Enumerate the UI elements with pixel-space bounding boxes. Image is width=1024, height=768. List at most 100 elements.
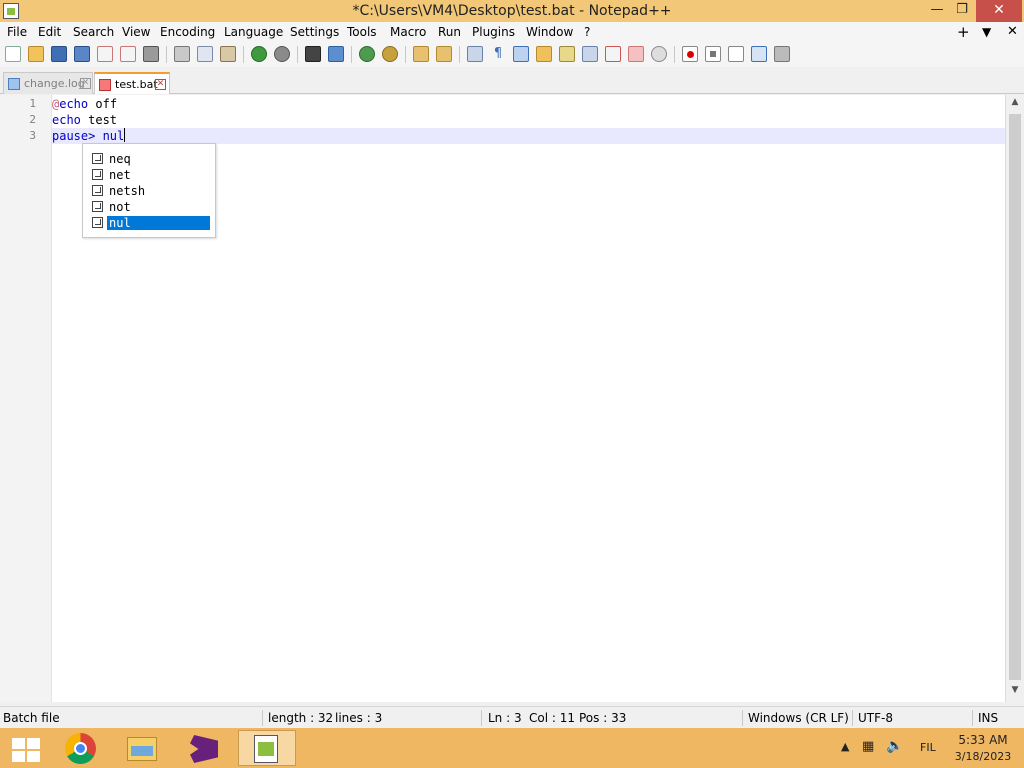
status-eol-format[interactable]: Windows (CR LF) [748, 711, 849, 725]
current-line-highlight [52, 128, 1006, 144]
chrome-taskbar-icon[interactable] [56, 730, 108, 766]
find-icon[interactable] [305, 46, 321, 62]
status-encoding[interactable]: UTF-8 [858, 711, 893, 725]
toolbar-separator [297, 46, 298, 63]
unsaved-file-icon [99, 79, 111, 91]
start-button[interactable] [6, 730, 42, 766]
play-macro-icon[interactable] [728, 46, 744, 62]
close-file-icon[interactable] [97, 46, 113, 62]
vertical-scrollbar[interactable]: ▲ ▼ [1005, 95, 1024, 702]
copy-icon[interactable] [197, 46, 213, 62]
network-icon[interactable]: ▦ [862, 739, 874, 754]
word-wrap-icon[interactable] [467, 46, 483, 62]
new-file-icon[interactable] [5, 46, 21, 62]
menu-search[interactable]: Search [73, 25, 114, 39]
save-icon[interactable] [51, 46, 67, 62]
saved-file-icon [8, 78, 20, 90]
paste-icon[interactable] [220, 46, 236, 62]
open-file-icon[interactable] [28, 46, 44, 62]
menu-macro[interactable]: Macro [390, 25, 426, 39]
cube-icon [92, 185, 103, 196]
code-line-1[interactable]: @echo off [52, 96, 117, 112]
autocomplete-item-selected[interactable]: nul [91, 215, 211, 231]
status-language: Batch file [3, 711, 60, 725]
autocomplete-item[interactable]: net [91, 167, 211, 183]
toolbar-separator [243, 46, 244, 63]
file-explorer-taskbar-icon[interactable] [117, 730, 169, 766]
undo-icon[interactable] [251, 46, 267, 62]
monitoring-eye-icon[interactable] [651, 46, 667, 62]
project-panel-icon[interactable] [628, 46, 644, 62]
tab-close-icon[interactable]: ✕ [155, 79, 166, 90]
status-separator [262, 710, 263, 726]
new-tab-button[interactable]: + [957, 23, 970, 41]
menu-window[interactable]: Window [526, 25, 573, 39]
menu-settings[interactable]: Settings [290, 25, 339, 39]
toolbar-separator [459, 46, 460, 63]
show-all-characters-icon[interactable]: ¶ [490, 46, 506, 62]
tab-change-log[interactable]: change.log ✕ [3, 72, 93, 94]
line-number: 2 [29, 113, 36, 126]
menu-run[interactable]: Run [438, 25, 461, 39]
tab-close-icon[interactable]: ✕ [80, 78, 91, 89]
stop-macro-icon[interactable] [705, 46, 721, 62]
code-line-2[interactable]: echo test [52, 112, 117, 128]
autocomplete-item[interactable]: not [91, 199, 211, 215]
record-macro-icon[interactable] [682, 46, 698, 62]
tab-label: test.bat [115, 78, 158, 91]
zoom-out-icon[interactable] [382, 46, 398, 62]
windows-taskbar: ▲ ▦ 🔈 FIL 5:33 AM 3/18/2023 [0, 728, 1024, 768]
show-hidden-icons-icon[interactable]: ▲ [841, 740, 849, 753]
user-language-icon[interactable] [536, 46, 552, 62]
input-language[interactable]: FIL [920, 741, 936, 754]
sync-horizontal-icon[interactable] [436, 46, 452, 62]
menu-view[interactable]: View [122, 25, 150, 39]
minimize-button[interactable]: — [925, 0, 949, 22]
clock-time[interactable]: 5:33 AM [948, 733, 1018, 747]
print-icon[interactable] [143, 46, 159, 62]
doc-map-icon[interactable] [559, 46, 575, 62]
notepadpp-taskbar-icon[interactable] [238, 730, 296, 766]
menu-language[interactable]: Language [224, 25, 283, 39]
zoom-in-icon[interactable] [359, 46, 375, 62]
close-button[interactable]: ✕ [976, 0, 1022, 22]
menu-help[interactable]: ? [584, 25, 590, 39]
replace-icon[interactable] [328, 46, 344, 62]
status-separator [852, 710, 853, 726]
sync-vertical-icon[interactable] [413, 46, 429, 62]
close-document-button[interactable]: ✕ [1007, 24, 1018, 39]
menu-encoding[interactable]: Encoding [160, 25, 215, 39]
menu-file[interactable]: File [7, 25, 27, 39]
autocomplete-item[interactable]: netsh [91, 183, 211, 199]
run-macro-multiple-icon[interactable] [751, 46, 767, 62]
autocomplete-list[interactable]: neq net netsh not nul [82, 143, 216, 238]
visual-studio-taskbar-icon[interactable] [178, 730, 230, 766]
scrollbar-thumb[interactable] [1009, 114, 1021, 680]
volume-icon[interactable]: 🔈 [886, 738, 903, 754]
clock-date[interactable]: 3/18/2023 [948, 750, 1018, 763]
tab-test-bat[interactable]: test.bat ✕ [94, 72, 170, 94]
restore-button[interactable]: ❐ [950, 0, 974, 22]
status-bar: Batch file length : 32 lines : 3 Ln : 3 … [0, 706, 1024, 728]
line-number-gutter: 1 2 3 [0, 95, 52, 702]
status-separator [481, 710, 482, 726]
folder-as-workspace-icon[interactable] [605, 46, 621, 62]
cube-icon [92, 201, 103, 212]
menu-tools[interactable]: Tools [347, 25, 377, 39]
menu-edit[interactable]: Edit [38, 25, 61, 39]
menu-plugins[interactable]: Plugins [472, 25, 515, 39]
toolbar-separator [166, 46, 167, 63]
close-all-icon[interactable] [120, 46, 136, 62]
save-macro-icon[interactable] [774, 46, 790, 62]
scroll-up-arrow-icon[interactable]: ▲ [1006, 97, 1024, 111]
line-number: 3 [29, 129, 36, 142]
cut-icon[interactable] [174, 46, 190, 62]
function-list-icon[interactable] [582, 46, 598, 62]
indent-guide-icon[interactable] [513, 46, 529, 62]
scroll-down-arrow-icon[interactable]: ▼ [1006, 685, 1024, 699]
redo-icon[interactable] [274, 46, 290, 62]
save-all-icon[interactable] [74, 46, 90, 62]
code-line-3[interactable]: pause> nul [52, 128, 126, 144]
tab-list-dropdown[interactable]: ▼ [982, 25, 991, 39]
autocomplete-item[interactable]: neq [91, 151, 211, 167]
